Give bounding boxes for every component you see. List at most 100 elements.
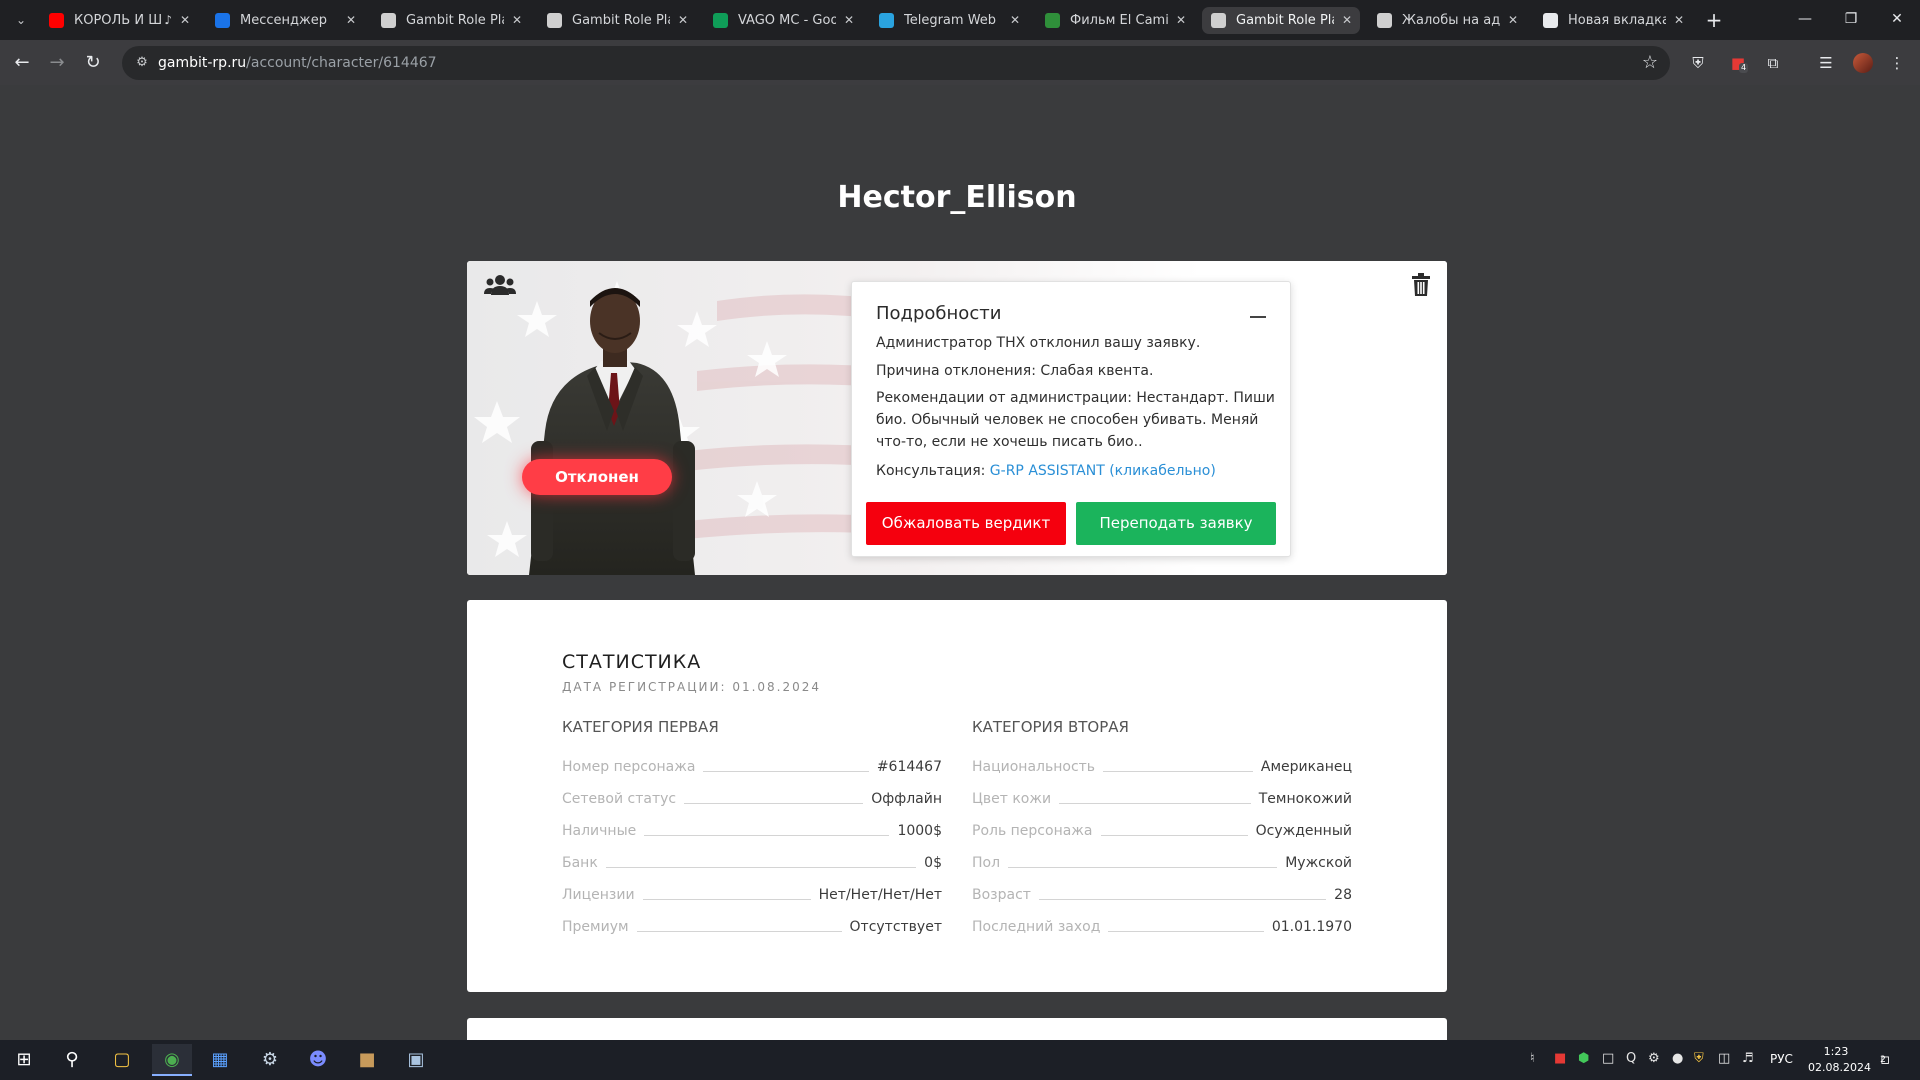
discord-icon[interactable]: ☻: [298, 1044, 338, 1076]
bookmark-star-icon[interactable]: ☆: [1642, 46, 1658, 80]
close-tab-icon[interactable]: ✕: [180, 7, 190, 34]
stat-label: Возраст: [972, 887, 1031, 903]
tab-audio-icon[interactable]: ♪: [164, 7, 172, 34]
stat-value: 0$: [924, 855, 942, 871]
gambit-icon: [1211, 13, 1226, 28]
tray-app-green-icon[interactable]: ⬢: [1578, 1051, 1589, 1066]
stat-value: 28: [1334, 887, 1352, 903]
reload-icon[interactable]: ↻: [80, 50, 106, 76]
category-one-title: КАТЕГОРИЯ ПЕРВАЯ: [562, 718, 719, 736]
chrome-taskbar-icon[interactable]: ◉: [152, 1044, 192, 1076]
browser-tab[interactable]: Gambit Role Play ✕: [372, 7, 530, 34]
stat-row: Банк 0$: [562, 847, 942, 879]
details-rejected-by: Администратор THX отклонил вашу заявку.: [876, 335, 1201, 351]
close-tab-icon[interactable]: ✕: [1010, 7, 1020, 34]
media-control-icon[interactable]: ☰: [1816, 53, 1836, 73]
consultation-label: Консультация:: [876, 463, 990, 479]
headphones-icon[interactable]: ♮: [1530, 1051, 1535, 1066]
address-bar[interactable]: ⚙ gambit-rp.ru/account/character/614467 …: [122, 46, 1670, 80]
back-icon[interactable]: ←: [9, 50, 35, 76]
url-text[interactable]: gambit-rp.ru/account/character/614467: [158, 46, 437, 80]
browser-tab[interactable]: VAGO MC - Goog ✕: [704, 7, 862, 34]
close-window-icon[interactable]: ✕: [1874, 0, 1920, 40]
browser-tab-label: Фильм El Camino: [1070, 13, 1168, 28]
tray-q-icon[interactable]: Q: [1626, 1051, 1636, 1066]
notification-center-icon[interactable]: ▫2: [1880, 1050, 1896, 1068]
browser-tab[interactable]: КОРОЛЬ И Ш ♪ ✕: [40, 7, 198, 34]
stat-value: 1000$: [897, 823, 942, 839]
trash-icon[interactable]: [1411, 273, 1431, 297]
resubmit-application-button[interactable]: Переподать заявку: [1076, 502, 1276, 545]
windows-start-icon[interactable]: ⊞: [4, 1044, 44, 1076]
profile-avatar[interactable]: [1853, 53, 1873, 73]
notification-count: 2: [1880, 1055, 1886, 1065]
close-tab-icon[interactable]: ✕: [1508, 7, 1518, 34]
close-tab-icon[interactable]: ✕: [1342, 7, 1352, 34]
character-card: Отклонен Подробности Администратор THX о…: [467, 261, 1447, 575]
browser-tab[interactable]: Telegram Web ✕: [870, 7, 1028, 34]
stat-value: Осужденный: [1255, 823, 1352, 839]
steam-icon[interactable]: ⚙: [250, 1044, 290, 1076]
stat-divider: [1103, 770, 1253, 772]
browser-tab[interactable]: Gambit Role Play ✕: [538, 7, 696, 34]
menu-dots-icon[interactable]: ⋮: [1887, 53, 1907, 73]
stat-label: Пол: [972, 855, 1001, 871]
stat-row: Премиум Отсутствует: [562, 911, 942, 943]
site-info-icon[interactable]: ⚙: [132, 53, 152, 73]
category-one-column: КАТЕГОРИЯ ПЕРВАЯ Номер персонажа #614467 …: [562, 715, 942, 943]
browser-tab[interactable]: Новая вкладка ✕: [1534, 7, 1692, 34]
browser-tab[interactable]: Жалобы на адми ✕: [1368, 7, 1526, 34]
microphone-icon[interactable]: ●: [1672, 1051, 1683, 1066]
ublock-extension-icon[interactable]: ■ 4: [1728, 53, 1749, 73]
close-tab-icon[interactable]: ✕: [346, 7, 356, 34]
stat-divider: [644, 834, 890, 836]
statistics-title: СТАТИСТИКА: [562, 651, 702, 673]
stat-value: Американец: [1260, 759, 1352, 775]
appeal-verdict-button[interactable]: Обжаловать вердикт: [866, 502, 1066, 545]
new-tab-button[interactable]: +: [1701, 8, 1727, 34]
input-language[interactable]: РУС: [1770, 1052, 1793, 1066]
close-tab-icon[interactable]: ✕: [1674, 7, 1684, 34]
tray-steam-icon[interactable]: ⚙: [1648, 1051, 1660, 1066]
tab-search-chevron-icon[interactable]: ⌄: [8, 8, 34, 32]
browser-tab[interactable]: Gambit Role Play ✕: [1202, 7, 1360, 34]
store-icon[interactable]: ▦: [200, 1044, 240, 1076]
forward-icon[interactable]: →: [44, 50, 70, 76]
stat-label: Наличные: [562, 823, 637, 839]
tray-window-icon[interactable]: □: [1602, 1051, 1614, 1066]
details-title: Подробности: [876, 303, 1002, 324]
taskbar-clock[interactable]: 1:23 02.08.2024: [1808, 1044, 1871, 1076]
shield-extension-icon[interactable]: ⛨: [1688, 53, 1708, 73]
page-content: Hector_Ellison Отклонен Подробности Адми…: [0, 85, 1920, 1040]
close-tab-icon[interactable]: ✕: [844, 7, 854, 34]
volume-icon[interactable]: ♬: [1742, 1051, 1754, 1066]
youtube-icon: [49, 13, 64, 28]
stat-divider: [1059, 802, 1251, 804]
gambit-icon: [547, 13, 562, 28]
game-launcher-icon[interactable]: ■: [347, 1044, 387, 1076]
stat-label: Банк: [562, 855, 598, 871]
minimize-icon[interactable]: —: [1782, 0, 1828, 40]
restore-icon[interactable]: ❐: [1828, 0, 1874, 40]
app-window-icon[interactable]: ▣: [396, 1044, 436, 1076]
consultation-link[interactable]: G-RP ASSISTANT (кликабельно): [990, 463, 1216, 479]
search-icon[interactable]: ⚲: [52, 1044, 92, 1076]
stat-row: Пол Мужской: [972, 847, 1352, 879]
file-explorer-icon[interactable]: ▢: [102, 1044, 142, 1076]
collapse-minus-icon[interactable]: [1250, 316, 1266, 318]
browser-tab[interactable]: Мессенджер ✕: [206, 7, 364, 34]
close-tab-icon[interactable]: ✕: [678, 7, 688, 34]
network-icon[interactable]: ◫: [1718, 1051, 1730, 1066]
close-tab-icon[interactable]: ✕: [512, 7, 522, 34]
category-two-column: КАТЕГОРИЯ ВТОРАЯ Национальность Американе…: [972, 715, 1352, 943]
stat-row: Возраст 28: [972, 879, 1352, 911]
close-tab-icon[interactable]: ✕: [1176, 7, 1186, 34]
clock-time: 1:23: [1823, 1045, 1849, 1058]
users-group-icon[interactable]: [483, 273, 517, 297]
tray-app-red-icon[interactable]: ■: [1554, 1051, 1566, 1066]
browser-tab[interactable]: Фильм El Camino ✕: [1036, 7, 1194, 34]
security-shield-icon[interactable]: ⛨: [1694, 1051, 1704, 1066]
clock-date: 02.08.2024: [1808, 1061, 1871, 1074]
registration-date: ДАТА РЕГИСТРАЦИИ: 01.08.2024: [562, 680, 822, 694]
extensions-puzzle-icon[interactable]: ⧉: [1763, 53, 1783, 73]
